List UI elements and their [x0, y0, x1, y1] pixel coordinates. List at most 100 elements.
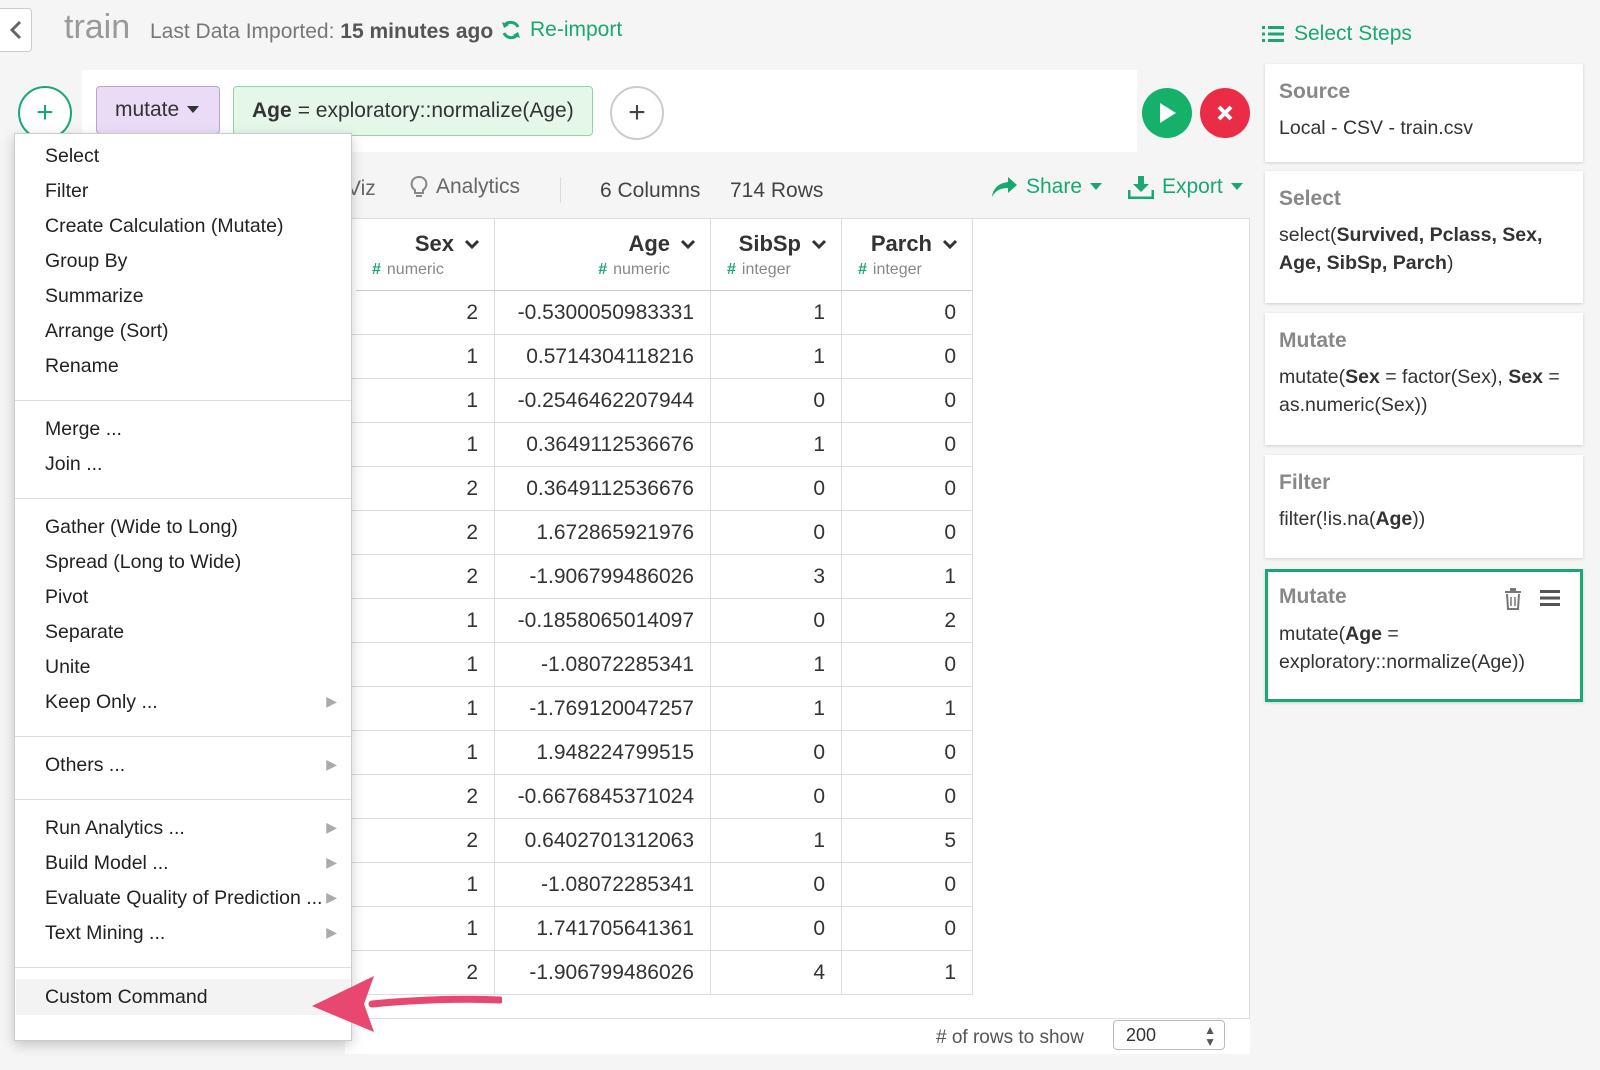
table-cell[interactable]: 1 [711, 687, 842, 731]
table-cell[interactable]: 0.6402701312063 [495, 819, 711, 863]
menu-item-create-calculation-mutate[interactable]: Create Calculation (Mutate) [45, 215, 283, 238]
menu-item-evaluate-quality-of-prediction[interactable]: Evaluate Quality of Prediction ... [45, 887, 322, 910]
table-cell[interactable]: 0 [711, 599, 842, 643]
column-header-parch[interactable]: Parch # integer [842, 219, 973, 291]
table-cell[interactable]: 0 [711, 863, 842, 907]
step-mutate-age[interactable]: Mutate mutate(Age = exploratory::normali… [1265, 569, 1583, 702]
table-cell[interactable]: 0 [842, 907, 973, 951]
cancel-button[interactable] [1200, 88, 1250, 138]
step-mutate-sex[interactable]: Mutate mutate(Sex = factor(Sex), Sex = a… [1265, 313, 1583, 445]
menu-item-join[interactable]: Join ... [45, 453, 102, 476]
menu-item-spread-long-to-wide[interactable]: Spread (Long to Wide) [45, 551, 241, 574]
table-cell[interactable]: 1 [356, 907, 495, 951]
table-cell[interactable]: 0.5714304118216 [495, 335, 711, 379]
table-cell[interactable]: 2 [356, 819, 495, 863]
table-cell[interactable]: 1.948224799515 [495, 731, 711, 775]
table-cell[interactable]: -1.769120047257 [495, 687, 711, 731]
menu-item-pivot[interactable]: Pivot [45, 586, 88, 609]
table-cell[interactable]: -1.08072285341 [495, 643, 711, 687]
table-cell[interactable]: 1.672865921976 [495, 511, 711, 555]
table-cell[interactable]: 1 [356, 643, 495, 687]
table-cell[interactable]: 1 [356, 379, 495, 423]
table-cell[interactable]: 4 [711, 951, 842, 995]
expression-token[interactable]: Age = exploratory::normalize(Age) [233, 86, 593, 136]
column-header-sex[interactable]: Sex # numeric [356, 219, 495, 291]
table-cell[interactable]: 0.3649112536676 [495, 423, 711, 467]
table-cell[interactable]: 0 [842, 511, 973, 555]
table-cell[interactable]: 0 [842, 467, 973, 511]
menu-item-custom-command[interactable]: Custom Command [16, 979, 350, 1015]
menu-item-build-model[interactable]: Build Model ... [45, 852, 169, 875]
table-cell[interactable]: 0 [711, 731, 842, 775]
select-steps-button[interactable]: Select Steps [1262, 22, 1412, 46]
table-cell[interactable]: -1.906799486026 [495, 555, 711, 599]
table-cell[interactable]: 2 [356, 291, 495, 335]
chevron-down-icon[interactable] [811, 239, 827, 249]
table-cell[interactable]: 2 [356, 511, 495, 555]
table-cell[interactable]: -0.5300050983331 [495, 291, 711, 335]
table-cell[interactable]: 0 [711, 511, 842, 555]
menu-item-summarize[interactable]: Summarize [45, 285, 144, 308]
chevron-down-icon[interactable] [464, 239, 480, 249]
table-cell[interactable]: 0 [711, 467, 842, 511]
table-cell[interactable]: 1 [711, 291, 842, 335]
menu-item-select[interactable]: Select [45, 145, 99, 168]
table-cell[interactable]: -1.906799486026 [495, 951, 711, 995]
table-cell[interactable]: 1 [711, 335, 842, 379]
table-cell[interactable]: 3 [711, 555, 842, 599]
menu-item-arrange-sort[interactable]: Arrange (Sort) [45, 320, 169, 343]
menu-item-merge[interactable]: Merge ... [45, 418, 122, 441]
command-type-dropdown[interactable]: mutate [96, 86, 220, 134]
menu-item-gather-wide-to-long[interactable]: Gather (Wide to Long) [45, 516, 238, 539]
rows-to-show-select[interactable]: 200 ▲ ▼ [1113, 1020, 1225, 1050]
table-cell[interactable]: 0 [711, 379, 842, 423]
table-cell[interactable]: 0.3649112536676 [495, 467, 711, 511]
table-cell[interactable]: -1.08072285341 [495, 863, 711, 907]
table-cell[interactable]: 0 [842, 731, 973, 775]
table-cell[interactable]: 0 [711, 775, 842, 819]
table-cell[interactable]: 1 [356, 335, 495, 379]
back-button[interactable] [0, 8, 32, 52]
chevron-down-icon[interactable] [680, 239, 696, 249]
step-select[interactable]: Select select(Survived, Pclass, Sex, Age… [1265, 171, 1583, 303]
export-button[interactable]: Export [1128, 175, 1243, 199]
table-cell[interactable]: 0 [842, 863, 973, 907]
table-cell[interactable]: -0.6676845371024 [495, 775, 711, 819]
table-cell[interactable]: 0 [842, 423, 973, 467]
column-header-age[interactable]: Age # numeric [495, 219, 711, 291]
menu-item-text-mining[interactable]: Text Mining ... [45, 922, 165, 945]
table-cell[interactable]: 0 [842, 291, 973, 335]
table-cell[interactable]: 5 [842, 819, 973, 863]
drag-handle-icon[interactable] [1540, 590, 1560, 606]
table-cell[interactable]: 1 [711, 819, 842, 863]
reimport-button[interactable]: Re-import [500, 18, 622, 42]
table-cell[interactable]: -0.2546462207944 [495, 379, 711, 423]
table-cell[interactable]: 0 [842, 643, 973, 687]
menu-item-others[interactable]: Others ... [45, 754, 125, 777]
table-cell[interactable]: 2 [356, 775, 495, 819]
table-cell[interactable]: 0 [711, 907, 842, 951]
menu-item-filter[interactable]: Filter [45, 180, 88, 203]
table-cell[interactable]: 2 [356, 555, 495, 599]
table-cell[interactable]: 0 [842, 335, 973, 379]
table-cell[interactable]: 1 [356, 423, 495, 467]
table-cell[interactable]: 1 [711, 423, 842, 467]
table-cell[interactable]: 1 [356, 687, 495, 731]
table-cell[interactable]: 1 [356, 599, 495, 643]
table-cell[interactable]: 0 [842, 379, 973, 423]
table-cell[interactable]: 2 [842, 599, 973, 643]
table-cell[interactable]: 1.741705641361 [495, 907, 711, 951]
menu-item-run-analytics[interactable]: Run Analytics ... [45, 817, 185, 840]
run-button[interactable] [1142, 88, 1192, 138]
menu-item-keep-only[interactable]: Keep Only ... [45, 691, 158, 714]
add-step-button[interactable]: + [18, 86, 72, 140]
table-cell[interactable]: 1 [356, 863, 495, 907]
table-cell[interactable]: 1 [842, 555, 973, 599]
chevron-down-icon[interactable] [942, 239, 958, 249]
menu-item-unite[interactable]: Unite [45, 656, 91, 679]
trash-icon[interactable] [1504, 588, 1522, 610]
table-cell[interactable]: 1 [711, 643, 842, 687]
share-button[interactable]: Share [990, 175, 1103, 199]
menu-item-rename[interactable]: Rename [45, 355, 119, 378]
column-header-sibsp[interactable]: SibSp # integer [711, 219, 842, 291]
